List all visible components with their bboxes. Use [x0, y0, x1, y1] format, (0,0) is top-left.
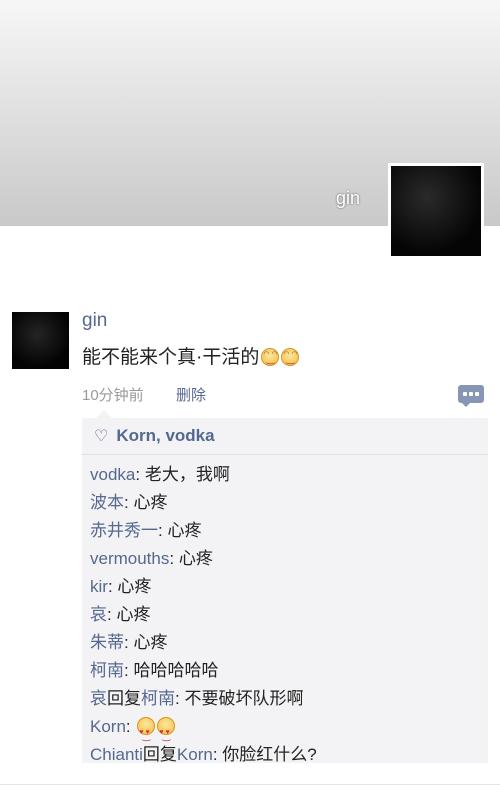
comment-item[interactable]: 赤井秀一: 心疼: [82, 517, 488, 545]
comment-text: 哈哈哈哈哈: [133, 661, 219, 680]
comment-item[interactable]: vodka: 老大，我啊: [82, 461, 488, 489]
comment-author[interactable]: 哀: [90, 689, 107, 708]
delete-button[interactable]: 删除: [176, 384, 206, 405]
comment-author[interactable]: 朱蒂: [90, 633, 124, 652]
comment-text: 心疼: [133, 493, 168, 512]
comment-author[interactable]: 赤井秀一: [90, 521, 158, 540]
comment-colon: :: [212, 745, 223, 764]
comment-author[interactable]: kir: [90, 577, 108, 596]
comment-text: 心疼: [116, 605, 151, 624]
comment-text: 你脸红什么?: [222, 745, 317, 764]
comment-author[interactable]: Korn: [90, 717, 126, 736]
comment-author[interactable]: vodka: [90, 465, 135, 484]
comment-item[interactable]: 哀: 心疼: [82, 601, 488, 629]
comment-colon: :: [135, 465, 145, 484]
heart-icon: ♡: [94, 428, 109, 445]
post-text-content: 能不能来个真·干活的: [82, 347, 260, 368]
comment-colon: :: [169, 549, 179, 568]
comment-item[interactable]: vermouths: 心疼: [82, 545, 488, 573]
comment-reply-to[interactable]: Korn: [177, 745, 213, 764]
comment-author[interactable]: Chianti: [90, 745, 143, 764]
divider: [0, 784, 500, 785]
comment-item[interactable]: 柯南: 哈哈哈哈哈: [82, 657, 488, 685]
heart-eyes-emoji-icon: [157, 717, 176, 751]
comment-author[interactable]: 波本: [90, 493, 124, 512]
comment-list: vodka: 老大，我啊 波本: 心疼 赤井秀一: 心疼 vermouths: 心疼 k…: [82, 455, 488, 769]
profile-name: gin: [335, 188, 360, 208]
smile-emoji-icon: [281, 348, 300, 366]
comment-text: 心疼: [117, 577, 152, 596]
comment-item[interactable]: 波本: 心疼: [82, 489, 488, 517]
profile-avatar[interactable]: [388, 163, 484, 259]
comments-panel: ♡ Korn, vodka vodka: 老大，我啊 波本: 心疼 赤井秀一: 心疼…: [82, 410, 488, 764]
comment-text: 心疼: [167, 521, 202, 540]
comment-text: 不要破坏队形啊: [184, 689, 304, 708]
comment-item[interactable]: 朱蒂: 心疼: [82, 629, 488, 657]
post-avatar[interactable]: [12, 312, 69, 369]
comment-text: 老大，我啊: [144, 465, 230, 484]
comment-reply-to[interactable]: 柯南: [141, 689, 175, 708]
comment-author[interactable]: 哀: [90, 605, 107, 624]
post-text: 能不能来个真·干活的: [82, 342, 300, 369]
comment-item[interactable]: 哀回复柯南: 不要破坏队形啊: [82, 685, 488, 713]
comment-item[interactable]: kir: 心疼: [82, 573, 488, 601]
comment-author[interactable]: vermouths: [90, 549, 169, 568]
reply-word: 回复: [107, 689, 141, 708]
comment-item[interactable]: Korn:: [82, 713, 488, 751]
smile-emoji-icon: [261, 348, 280, 366]
comment-text: 心疼: [133, 633, 168, 652]
comment-icon[interactable]: [458, 385, 484, 407]
likes-names[interactable]: Korn, vodka: [116, 426, 214, 446]
post-time: 10分钟前: [82, 387, 144, 404]
comment-text: 心疼: [178, 549, 213, 568]
comment-colon: :: [125, 717, 136, 736]
likes-row: ♡ Korn, vodka: [82, 418, 488, 455]
post-author[interactable]: gin: [82, 310, 107, 332]
comment-author[interactable]: 柯南: [90, 661, 124, 680]
heart-eyes-emoji-icon: [137, 717, 156, 751]
comment-colon: :: [107, 577, 118, 596]
